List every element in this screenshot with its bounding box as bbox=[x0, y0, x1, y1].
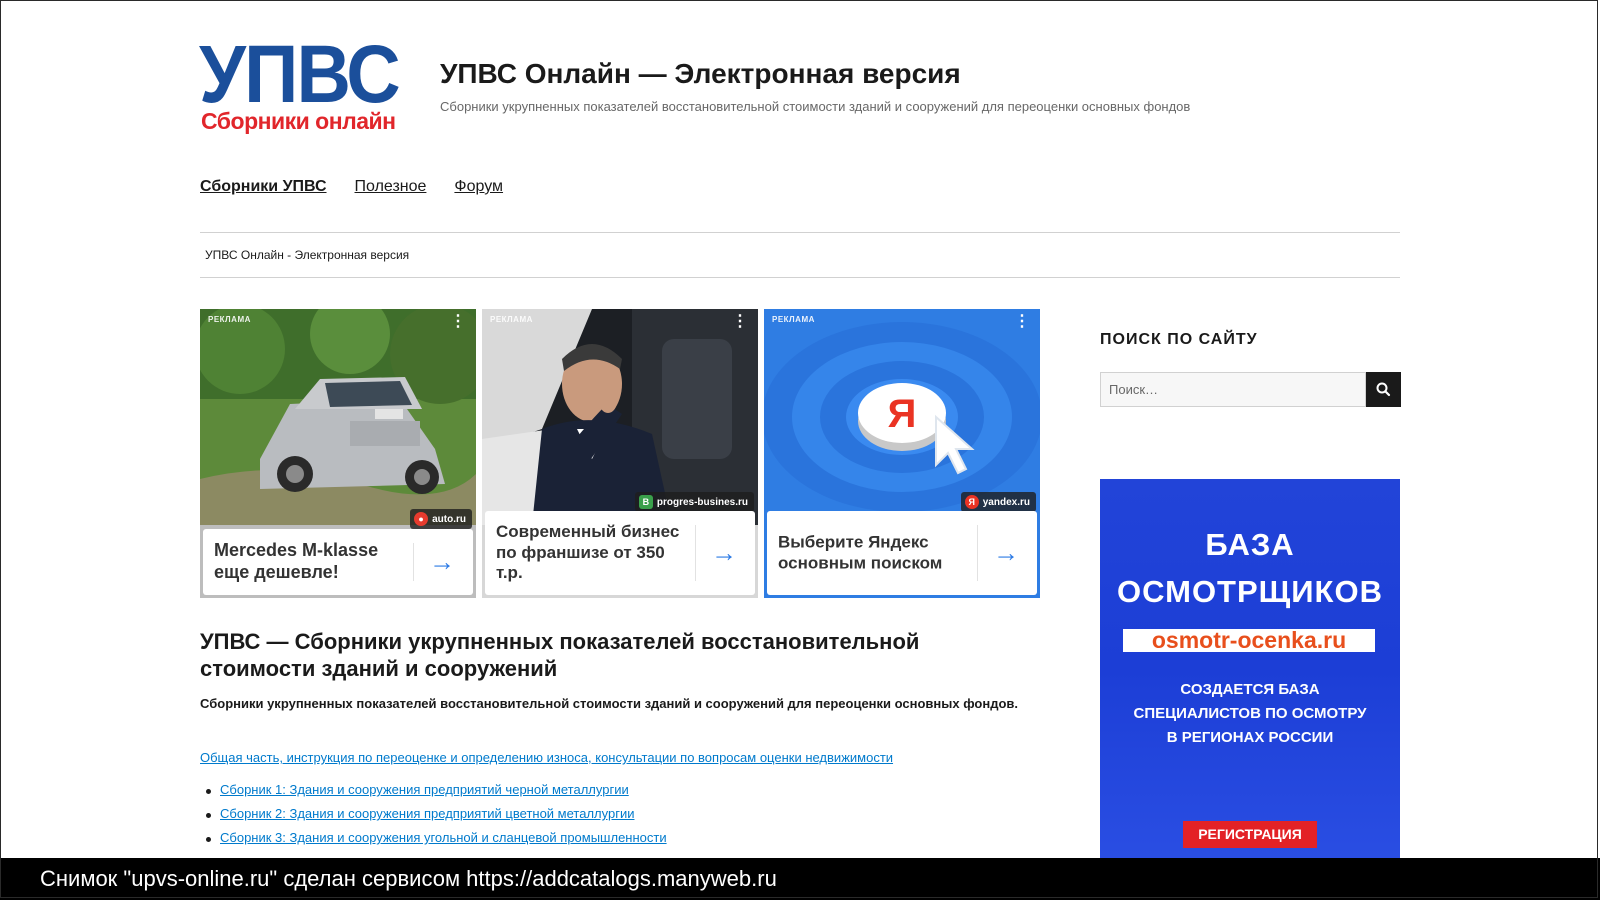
banner-title-line: ОСМОТРЩИКОВ bbox=[1117, 574, 1383, 609]
site-logo[interactable]: УПВС Сборники онлайн bbox=[199, 34, 413, 140]
card-divider bbox=[977, 525, 978, 581]
ad-text: Mercedes M-klasse еще дешевле! bbox=[214, 540, 379, 582]
card-divider bbox=[413, 543, 414, 581]
logo-wordmark: УПВС bbox=[199, 29, 401, 120]
breadcrumb: УПВС Онлайн - Электронная версия bbox=[205, 248, 410, 262]
ad-card-yandex[interactable]: Я РЕКЛАМА ⋮ Я yandex.ru Выберите Яндекс … bbox=[764, 309, 1040, 598]
more-options-icon[interactable]: ⋮ bbox=[732, 314, 748, 330]
banner-sub-line: В РЕГИОНАХ РОССИИ bbox=[1166, 729, 1334, 746]
ad-card-auto[interactable]: РЕКЛАМА ⋮ ● auto.ru Mercedes M-klasse ещ… bbox=[200, 309, 476, 598]
page-title: УПВС — Сборники укрупненных показателей … bbox=[200, 629, 920, 681]
nav-item-poleznoe[interactable]: Полезное bbox=[355, 178, 427, 196]
site-description: Сборники укрупненных показателей восстан… bbox=[440, 99, 1191, 114]
breadcrumb-bar: УПВС Онлайн - Электронная версия bbox=[200, 232, 1400, 278]
arrow-right-icon[interactable]: → bbox=[993, 538, 1019, 569]
svg-text:Я: Я bbox=[888, 392, 917, 436]
collections-list: Сборник 1: Здания и сооружения предприят… bbox=[200, 782, 667, 854]
ad-text: Современный бизнес по франшизе от 350 т.… bbox=[496, 521, 680, 583]
general-part-link[interactable]: Общая часть, инструкция по переоценке и … bbox=[200, 750, 893, 765]
nav-item-sborniki[interactable]: Сборники УПВС bbox=[200, 178, 327, 196]
collection-link[interactable]: Сборник 1: Здания и сооружения предприят… bbox=[220, 782, 629, 797]
banner-title-line: БАЗА bbox=[1205, 527, 1295, 562]
search-input[interactable] bbox=[1100, 372, 1366, 407]
ad-label: РЕКЛАМА bbox=[208, 315, 251, 324]
ad-image-car bbox=[200, 309, 476, 525]
ad-label: РЕКЛАМА bbox=[772, 315, 815, 324]
screenshot-caption-bar: Снимок "upvs-online.ru" сделан сервисом … bbox=[0, 858, 1600, 900]
search-icon bbox=[1376, 382, 1391, 397]
arrow-right-icon[interactable]: → bbox=[711, 538, 737, 569]
ad-card-body[interactable]: Выберите Яндекс основным поиском → bbox=[767, 511, 1037, 595]
ad-domain: progres-busines.ru bbox=[656, 496, 748, 508]
more-options-icon[interactable]: ⋮ bbox=[450, 314, 466, 330]
more-options-icon[interactable]: ⋮ bbox=[1014, 314, 1030, 330]
progres-logo-icon: В bbox=[638, 495, 653, 509]
banner-osmotrshchiki[interactable]: БАЗА ОСМОТРЩИКОВ osmotr-ocenka.ru СОЗДАЕ… bbox=[1100, 479, 1400, 859]
ad-text: Выберите Яндекс основным поиском bbox=[778, 532, 943, 572]
ad-block: РЕКЛАМА ⋮ ● auto.ru Mercedes M-klasse ещ… bbox=[200, 309, 1043, 598]
list-item: Сборник 3: Здания и сооружения угольной … bbox=[200, 830, 667, 854]
nav-item-forum[interactable]: Форум bbox=[454, 178, 503, 196]
banner-url: osmotr-ocenka.ru bbox=[1123, 629, 1375, 652]
arrow-right-icon[interactable]: → bbox=[429, 547, 455, 578]
ad-domain: yandex.ru bbox=[982, 496, 1030, 508]
ad-domain: auto.ru bbox=[432, 513, 466, 525]
main-nav: Сборники УПВС Полезное Форум bbox=[200, 178, 503, 196]
ad-domain-badge[interactable]: В progres-busines.ru bbox=[634, 492, 754, 512]
banner-title: БАЗА ОСМОТРЩИКОВ bbox=[1100, 521, 1400, 615]
list-item: Сборник 2: Здания и сооружения предприят… bbox=[200, 806, 667, 830]
ad-domain-badge[interactable]: Я yandex.ru bbox=[960, 492, 1036, 512]
search-button[interactable] bbox=[1366, 372, 1401, 407]
ad-card-body[interactable]: Современный бизнес по франшизе от 350 т.… bbox=[485, 511, 755, 595]
screenshot-caption: Снимок "upvs-online.ru" сделан сервисом … bbox=[40, 866, 777, 891]
page-intro: Сборники укрупненных показателей восстан… bbox=[200, 696, 1019, 711]
ad-card-franchise[interactable]: РЕКЛАМА ⋮ В progres-busines.ru Современн… bbox=[482, 309, 758, 598]
banner-sub-line: СОЗДАЕТСЯ БАЗА bbox=[1180, 681, 1320, 698]
card-divider bbox=[695, 525, 696, 581]
yandex-icon: Я bbox=[964, 495, 979, 509]
banner-sub-line: СПЕЦИАЛИСТОВ ПО ОСМОТРУ bbox=[1133, 705, 1367, 722]
search-heading: ПОИСК ПО САЙТУ bbox=[1100, 331, 1258, 348]
register-button[interactable]: РЕГИСТРАЦИЯ bbox=[1183, 821, 1317, 848]
ad-card-body[interactable]: Mercedes M-klasse еще дешевле! → bbox=[203, 529, 473, 595]
site-title[interactable]: УПВС Онлайн — Электронная версия bbox=[440, 58, 961, 90]
logo-tagline: Сборники онлайн bbox=[201, 108, 396, 134]
banner-subtitle: СОЗДАЕТСЯ БАЗА СПЕЦИАЛИСТОВ ПО ОСМОТРУ В… bbox=[1100, 678, 1400, 750]
list-item: Сборник 1: Здания и сооружения предприят… bbox=[200, 782, 667, 806]
collection-link[interactable]: Сборник 3: Здания и сооружения угольной … bbox=[220, 830, 667, 845]
ad-label: РЕКЛАМА bbox=[490, 315, 533, 324]
collection-link[interactable]: Сборник 2: Здания и сооружения предприят… bbox=[220, 806, 634, 821]
auto-ru-icon: ● bbox=[414, 512, 429, 526]
ad-domain-badge[interactable]: ● auto.ru bbox=[410, 509, 472, 529]
